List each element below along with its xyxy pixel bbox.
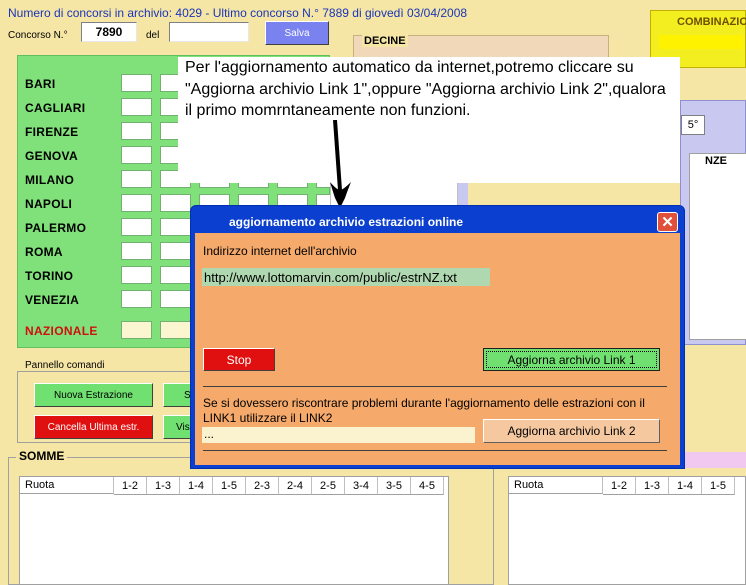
note-text: Per l'aggiornamento automatico da intern… (185, 59, 666, 119)
somme-column-header[interactable]: 3-5 (378, 477, 411, 495)
number-cell[interactable] (160, 242, 191, 260)
update-dialog: aggiornamento archivio estrazioni online… (190, 205, 685, 469)
city-label: BARI (25, 77, 56, 91)
dialog-title: aggiornamento archivio estrazioni online (229, 215, 464, 229)
city-label: GENOVA (25, 149, 78, 163)
somme-column-header[interactable]: Ruota (20, 477, 114, 494)
somme-column-header[interactable]: 1-5 (213, 477, 246, 495)
nazionale-label: NAZIONALE (25, 324, 98, 338)
number-cell[interactable] (121, 290, 152, 308)
number-cell[interactable] (121, 146, 152, 164)
date-field[interactable] (169, 22, 249, 42)
dialog-body: Indirizzo internet dell'archivio http://… (195, 233, 680, 465)
dialog-divider (203, 386, 667, 387)
aggiorna-link1-button[interactable]: Aggiorna archivio Link 1 (483, 348, 660, 371)
dialog-bottom-divider (203, 450, 667, 451)
city-label: VENEZIA (25, 293, 80, 307)
city-label: CAGLIARI (25, 101, 86, 115)
right-partial-cell[interactable]: 5° (681, 115, 705, 135)
somme-column-header[interactable]: 2-5 (312, 477, 345, 495)
right-partial-panel: 5° NZE (680, 100, 746, 345)
number-cell[interactable] (160, 218, 191, 236)
somme-title: SOMME (16, 449, 68, 463)
somme-column-header[interactable]: 2-3 (246, 477, 279, 495)
number-cell[interactable] (121, 194, 152, 212)
somme-column-header[interactable]: 1-2 (603, 477, 636, 495)
somme-column-header[interactable]: 1-3 (147, 477, 180, 495)
somme-column-header[interactable]: 3-4 (345, 477, 378, 495)
number-cell[interactable] (160, 266, 191, 284)
pannello-comandi-title: Pannello comandi (23, 360, 107, 371)
del-label: del (146, 30, 160, 41)
right-partial-label: NZE (705, 155, 727, 167)
archive-status-text: Numero di concorsi in archivio: 4029 - U… (8, 6, 468, 20)
city-label: TORINO (25, 269, 74, 283)
somme-column-header[interactable]: 1-4 (180, 477, 213, 495)
city-label: NAPOLI (25, 197, 73, 211)
url-field[interactable]: http://www.lottomarvin.com/public/estrNZ… (202, 268, 490, 286)
city-label: FIRENZE (25, 125, 79, 139)
number-cell[interactable] (121, 74, 152, 92)
city-label: ROMA (25, 245, 63, 259)
number-cell[interactable] (121, 242, 152, 260)
somme-column-header[interactable]: 4-5 (411, 477, 444, 495)
link2-field[interactable]: ... (202, 427, 475, 443)
close-icon[interactable]: ✕ (657, 212, 678, 232)
right-partial-white (689, 153, 746, 340)
somme-table[interactable]: Ruota 1-2 1-3 1-4 1-5 2-3 2-4 2-5 3-4 3-5 4-5 (19, 476, 449, 585)
combinazione-field[interactable] (659, 35, 743, 49)
aggiorna-link2-button[interactable]: Aggiorna archivio Link 2 (483, 419, 660, 443)
number-cell[interactable] (121, 98, 152, 116)
decine-label: DECINE (362, 35, 408, 47)
number-cell[interactable] (160, 194, 191, 212)
concorso-label: Concorso N.° (8, 30, 68, 41)
somme-column-header[interactable]: 1-5 (702, 477, 735, 495)
somme-column-header[interactable]: 1-2 (114, 477, 147, 495)
save-button[interactable]: Salva (265, 21, 329, 45)
number-cell[interactable] (121, 266, 152, 284)
arrow-pointer-icon (330, 120, 351, 208)
stop-button[interactable]: Stop (203, 348, 275, 371)
number-cell[interactable] (121, 170, 152, 188)
number-cell[interactable] (121, 218, 152, 236)
url-label: Indirizzo internet dell'archivio (203, 244, 357, 258)
somme-column-header[interactable]: 1-3 (636, 477, 669, 495)
number-cell[interactable] (160, 290, 191, 308)
city-label: MILANO (25, 173, 75, 187)
somme-table-right[interactable]: Ruota 1-2 1-3 1-4 1-5 (508, 476, 746, 585)
somme-column-header[interactable]: Ruota (509, 477, 603, 494)
combinazione-label: COMBINAZIO (677, 16, 746, 28)
nuova-estrazione-button[interactable]: Nuova Estrazione (34, 383, 153, 407)
concorso-number-field[interactable]: 7890 (81, 22, 137, 42)
number-cell[interactable] (121, 122, 152, 140)
city-label: PALERMO (25, 221, 87, 235)
nazionale-cell[interactable] (160, 321, 191, 339)
somme-column-header[interactable]: 2-4 (279, 477, 312, 495)
cancella-ultima-button[interactable]: Cancella Ultima estr. (34, 415, 153, 439)
somme-column-header[interactable]: 1-4 (669, 477, 702, 495)
nazionale-cell[interactable] (121, 321, 152, 339)
